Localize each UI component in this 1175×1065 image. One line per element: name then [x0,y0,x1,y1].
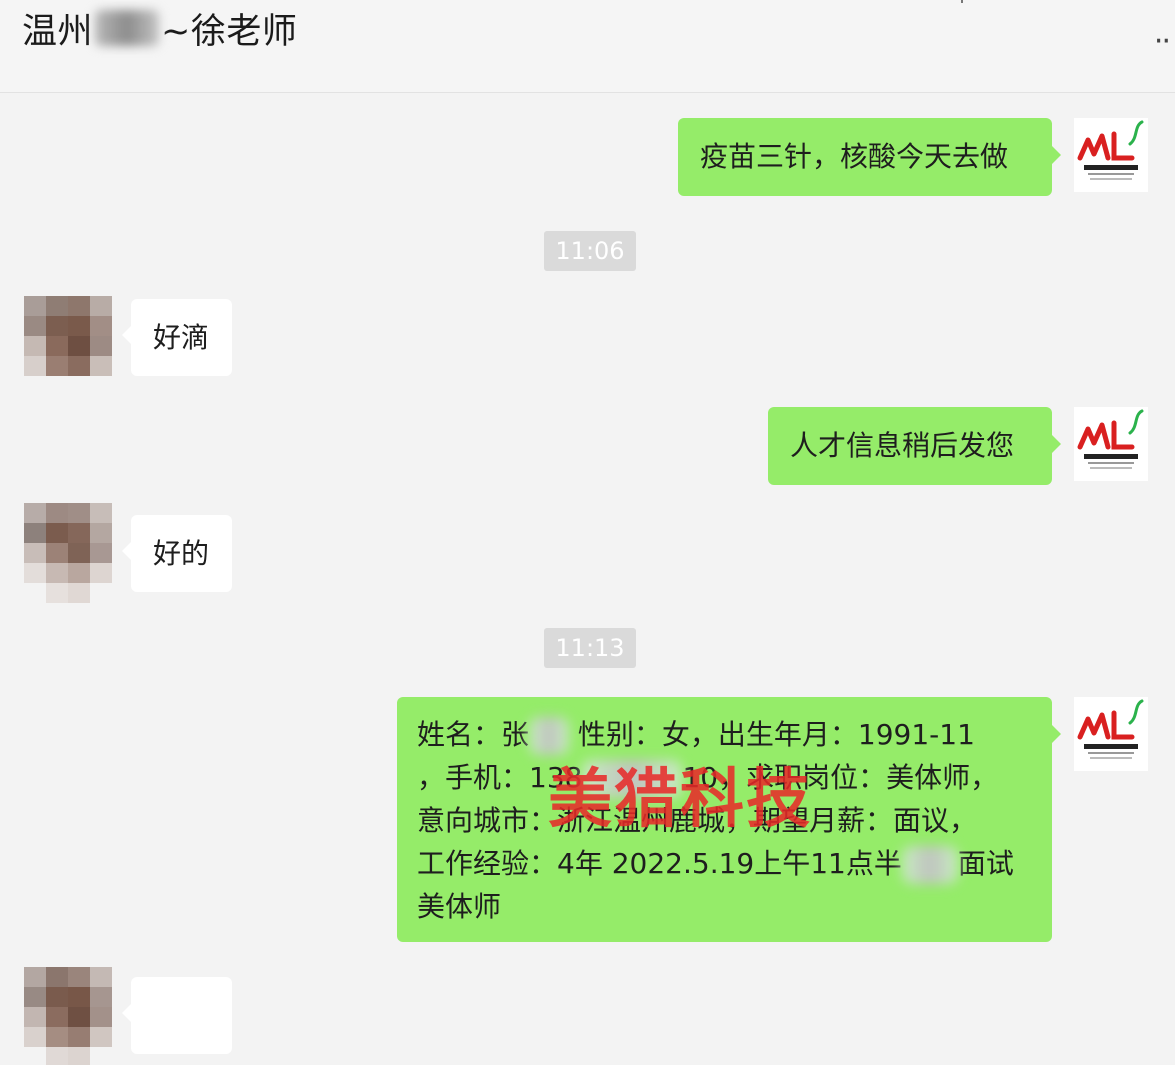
contact-avatar[interactable] [24,296,112,376]
message-text: 好滴 [153,321,210,354]
message-bubble-self-candidate-info[interactable]: 姓名：张 性别：女，出生年月：1991-11 ，手机：138 10，求职岗位：美体… [397,697,1061,942]
contact-avatar[interactable] [24,967,112,1065]
job-field: 10，求职岗位：美体师， [682,761,999,794]
redacted-blur [901,846,958,884]
redacted-blur [582,760,683,798]
city-salary-field: 意向城市：浙江温州鹿城，期望月薪：面议， [417,804,978,837]
name-field: 姓名：张 [417,718,530,751]
message-bubble-self[interactable]: 疫苗三针，核酸今天去做 [678,118,1061,196]
position-field: 美体师 [417,890,502,923]
redacted-name-blur [95,10,160,46]
chat-header: 温州 ~徐老师 ·· [0,0,1175,93]
meilie-logo-icon [1077,120,1144,180]
header-tick [961,0,963,3]
message-text: 疫苗三针，核酸今天去做 [700,140,1009,173]
contact-avatar[interactable] [24,503,112,603]
chat-title-prefix: 温州 [22,11,94,52]
experience-field: 工作经验：4年 2022.5.19上午11点半 [417,847,902,880]
chat-title: 温州 ~徐老师 [22,6,297,52]
timestamp: 11:13 [544,628,636,668]
meilie-logo-icon [1077,409,1144,469]
self-avatar[interactable] [1074,118,1148,192]
message-bubble-other[interactable] [122,977,232,1054]
timestamp: 11:06 [544,231,636,271]
message-line: 美体师 [417,885,1034,928]
self-avatar[interactable] [1074,407,1148,481]
self-avatar[interactable] [1074,697,1148,771]
more-options-icon[interactable]: ·· [1154,24,1171,59]
message-line: ，手机：138 10，求职岗位：美体师， [417,756,1034,799]
message-text: 好的 [153,537,210,570]
phone-field: ，手机：138 [417,761,583,794]
redacted-blur [529,717,570,755]
gender-birth-field: 性别：女，出生年月：1991-11 [577,718,975,751]
chat-title-suffix: ~徐老师 [161,11,298,52]
message-line: 工作经验：4年 2022.5.19上午11点半 面试 [417,842,1034,885]
message-bubble-other[interactable]: 好滴 [122,299,232,376]
message-line: 意向城市：浙江温州鹿城，期望月薪：面议， [417,799,1034,842]
message-bubble-other[interactable]: 好的 [122,515,232,592]
message-text: 人才信息稍后发您 [790,429,1015,462]
meilie-logo-icon [1077,699,1144,759]
message-bubble-self[interactable]: 人才信息稍后发您 [768,407,1061,485]
message-line: 姓名：张 性别：女，出生年月：1991-11 [417,713,1034,756]
interview-field: 面试 [957,847,1014,880]
